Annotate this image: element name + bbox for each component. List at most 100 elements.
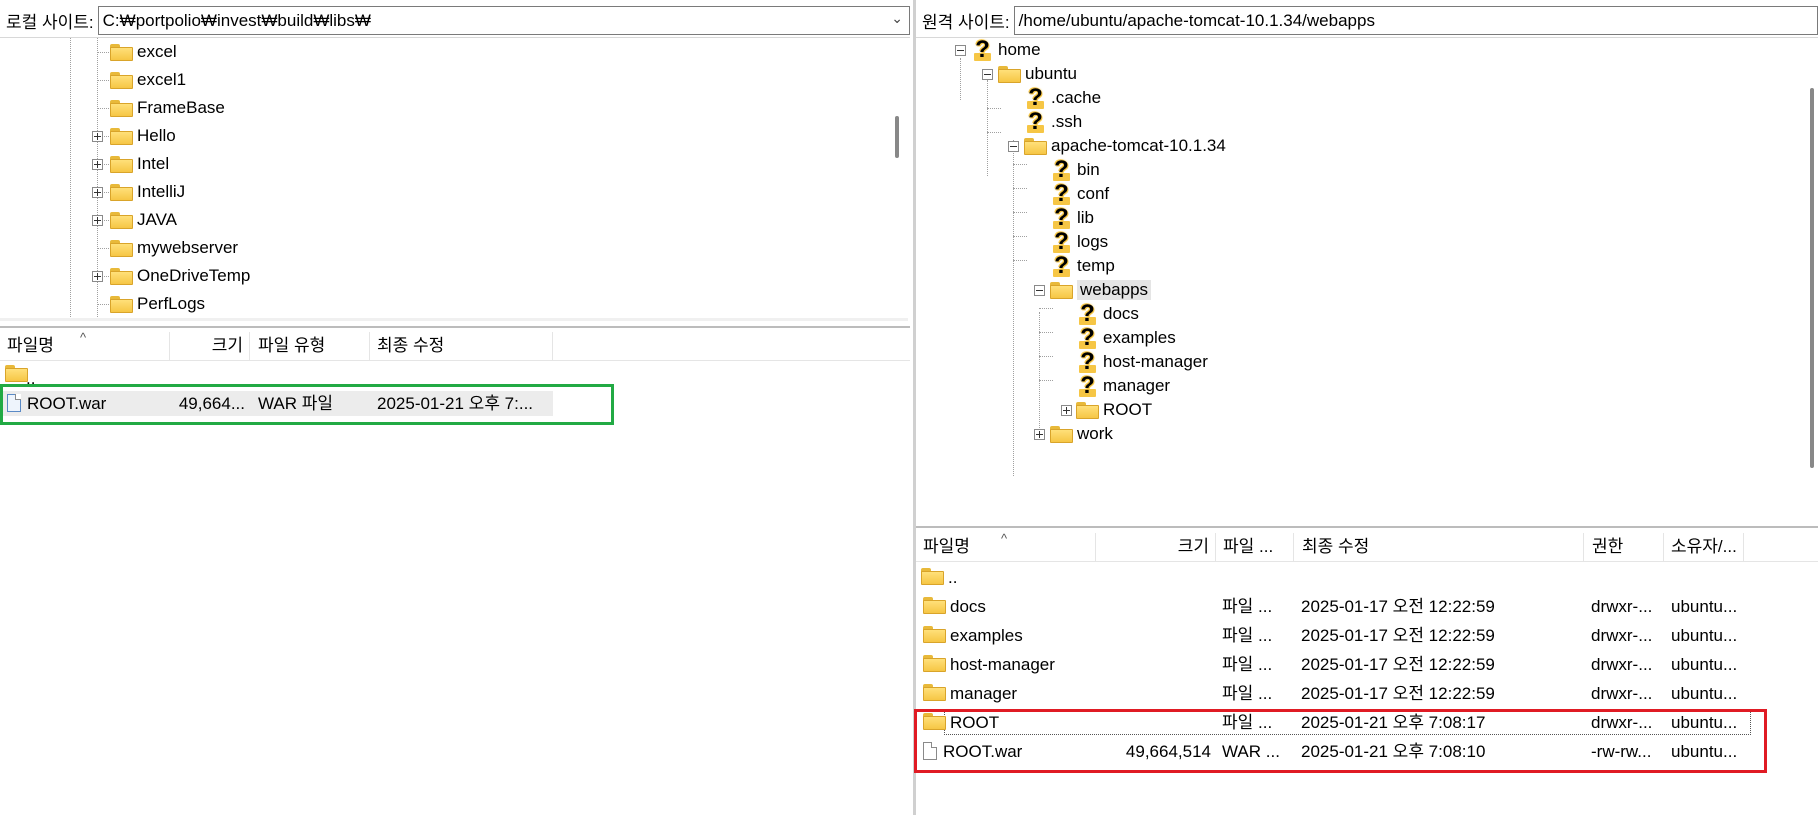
folder-icon <box>1050 425 1073 443</box>
remote-file-row[interactable]: host-manager 파일 ... 2025-01-17 오전 12:22:59… <box>916 652 1766 677</box>
folder-icon <box>110 267 133 285</box>
remote-path-value: /home/ubuntu/apache-tomcat-10.1.34/webap… <box>1018 10 1375 30</box>
folder-icon <box>1050 281 1073 299</box>
expand-icon[interactable] <box>92 159 103 170</box>
local-tree-item[interactable]: PerfLogs <box>110 292 205 316</box>
expand-icon[interactable] <box>92 215 103 226</box>
remote-tree-ubuntu[interactable]: ubuntu <box>998 62 1077 86</box>
remote-col-size[interactable]: 크기 <box>1096 533 1216 561</box>
local-site-label: 로컬 사이트: <box>6 13 94 32</box>
local-tree-item[interactable]: IntelliJ <box>110 180 185 204</box>
remote-tree-host-manager[interactable]: ? host-manager <box>1076 350 1208 374</box>
local-col-size[interactable]: 크기 <box>170 332 250 360</box>
local-tree-item[interactable]: Hello <box>110 124 176 148</box>
collapse-tomcat-icon[interactable] <box>1008 141 1019 152</box>
sort-up-icon: ^ <box>1001 531 1008 546</box>
folder-icon <box>998 65 1021 83</box>
local-tree-item[interactable]: Intel <box>110 152 169 176</box>
folder-icon <box>110 211 133 229</box>
remote-tree-work[interactable]: work <box>1050 422 1113 446</box>
remote-tree-temp[interactable]: ? temp <box>1050 254 1115 278</box>
remote-col-permissions[interactable]: 권한 <box>1584 533 1664 561</box>
folder-icon <box>110 155 133 173</box>
remote-file-row[interactable]: manager 파일 ... 2025-01-17 오전 12:22:59 drwxr… <box>916 681 1766 706</box>
remote-col-owner[interactable]: 소유자/... <box>1664 533 1744 561</box>
remote-tree-webapps[interactable]: webapps <box>1050 278 1152 302</box>
remote-tree-logs[interactable]: ? logs <box>1050 230 1108 254</box>
red-highlight-box <box>914 709 1767 773</box>
remote-site-bar: 원격 사이트: /home/ubuntu/apache-tomcat-10.1.… <box>916 4 1818 38</box>
remote-tree-tomcat[interactable]: apache-tomcat-10.1.34 <box>1024 134 1226 158</box>
expand-icon[interactable] <box>92 271 103 282</box>
chevron-down-icon[interactable]: ⌄ <box>891 10 903 27</box>
remote-file-list-header: 파일명 ^ 크기 파일 ... 최종 수정 권한 소유자/... <box>916 531 1818 562</box>
local-path-value: C:₩portpolio₩invest₩build₩libs₩ <box>102 10 371 30</box>
unknown-folder-icon: ? <box>1076 350 1099 374</box>
unknown-folder-icon: ? <box>1050 254 1073 278</box>
remote-tree-root[interactable]: ROOT <box>1076 398 1152 422</box>
local-tree-scrollbar[interactable] <box>895 116 899 158</box>
unknown-folder-icon: ? <box>1076 374 1099 398</box>
expand-icon[interactable] <box>92 187 103 198</box>
collapse-ubuntu-icon[interactable] <box>982 69 993 80</box>
folder-icon <box>110 295 133 313</box>
local-site-bar: 로컬 사이트: C:₩portpolio₩invest₩build₩libs₩ … <box>0 4 910 38</box>
sort-up-icon: ^ <box>80 330 87 345</box>
unknown-folder-icon: ? <box>1024 110 1047 134</box>
local-tree-item[interactable]: OneDriveTemp <box>110 264 250 288</box>
local-path-input[interactable]: C:₩portpolio₩invest₩build₩libs₩ ⌄ <box>97 6 910 35</box>
expand-root-icon[interactable] <box>1061 405 1072 416</box>
remote-tree-docs[interactable]: ? docs <box>1076 302 1139 326</box>
remote-tree-home[interactable]: ? home <box>971 38 1041 62</box>
remote-col-type[interactable]: 파일 ... <box>1216 533 1294 561</box>
remote-tree-bin[interactable]: ? bin <box>1050 158 1100 182</box>
folder-icon <box>110 127 133 145</box>
local-col-modified[interactable]: 최종 수정 <box>370 332 553 360</box>
local-col-name[interactable]: 파일명 ^ <box>0 330 170 360</box>
remote-directory-tree: ? home ubuntu ? .cache ? .ssh apache-tomcat… <box>916 38 1818 523</box>
parent-dir-label: .. <box>948 568 958 587</box>
folder-icon <box>923 684 946 701</box>
remote-file-row[interactable]: examples 파일 ... 2025-01-17 오전 12:22:59 drwx… <box>916 623 1766 648</box>
green-highlight-box <box>0 384 614 425</box>
folder-icon <box>110 43 133 61</box>
remote-tree-ssh[interactable]: ? .ssh <box>1024 110 1082 134</box>
folder-icon <box>5 365 28 382</box>
folder-icon <box>1076 401 1099 419</box>
folder-icon <box>923 655 946 672</box>
remote-site-label: 원격 사이트: <box>922 13 1010 32</box>
collapse-home-icon[interactable] <box>955 45 966 56</box>
remote-tree-examples[interactable]: ? examples <box>1076 326 1176 350</box>
remote-col-name[interactable]: 파일명 ^ <box>916 531 1096 561</box>
unknown-folder-icon: ? <box>1076 302 1099 326</box>
folder-icon <box>110 183 133 201</box>
local-col-type[interactable]: 파일 유형 <box>250 332 370 360</box>
remote-parent-row[interactable]: .. <box>916 565 1776 590</box>
local-file-list-header: 파일명 ^ 크기 파일 유형 최종 수정 <box>0 330 910 361</box>
remote-tree-lib[interactable]: ? lib <box>1050 206 1094 230</box>
remote-tree-conf[interactable]: ? conf <box>1050 182 1109 206</box>
folder-icon <box>1024 137 1047 155</box>
unknown-folder-icon: ? <box>1050 206 1073 230</box>
folder-icon <box>923 597 946 614</box>
local-tree-item[interactable]: mywebserver <box>110 236 238 260</box>
expand-icon[interactable] <box>92 131 103 142</box>
remote-tree-manager[interactable]: ? manager <box>1076 374 1170 398</box>
local-tree-item[interactable]: excel <box>110 40 177 64</box>
local-tree-item[interactable]: JAVA <box>110 208 177 232</box>
unknown-folder-icon: ? <box>1024 86 1047 110</box>
collapse-webapps-icon[interactable] <box>1034 285 1045 296</box>
folder-icon <box>921 568 944 585</box>
folder-icon <box>110 99 133 117</box>
unknown-folder-icon: ? <box>1076 326 1099 350</box>
remote-col-modified[interactable]: 최종 수정 <box>1294 533 1584 561</box>
local-tree-item[interactable]: excel1 <box>110 68 186 92</box>
remote-tree-cache[interactable]: ? .cache <box>1024 86 1101 110</box>
remote-path-input[interactable]: /home/ubuntu/apache-tomcat-10.1.34/webap… <box>1013 6 1818 35</box>
local-directory-tree: excel excel1 FrameBase Hello Intel IntelliJ JA… <box>0 38 908 321</box>
local-tree-item[interactable]: FrameBase <box>110 96 225 120</box>
expand-work-icon[interactable] <box>1034 429 1045 440</box>
remote-tree-scrollbar[interactable] <box>1810 88 1814 468</box>
remote-file-row[interactable]: docs 파일 ... 2025-01-17 오전 12:22:59 drwxr-..… <box>916 594 1766 619</box>
folder-icon <box>110 71 133 89</box>
